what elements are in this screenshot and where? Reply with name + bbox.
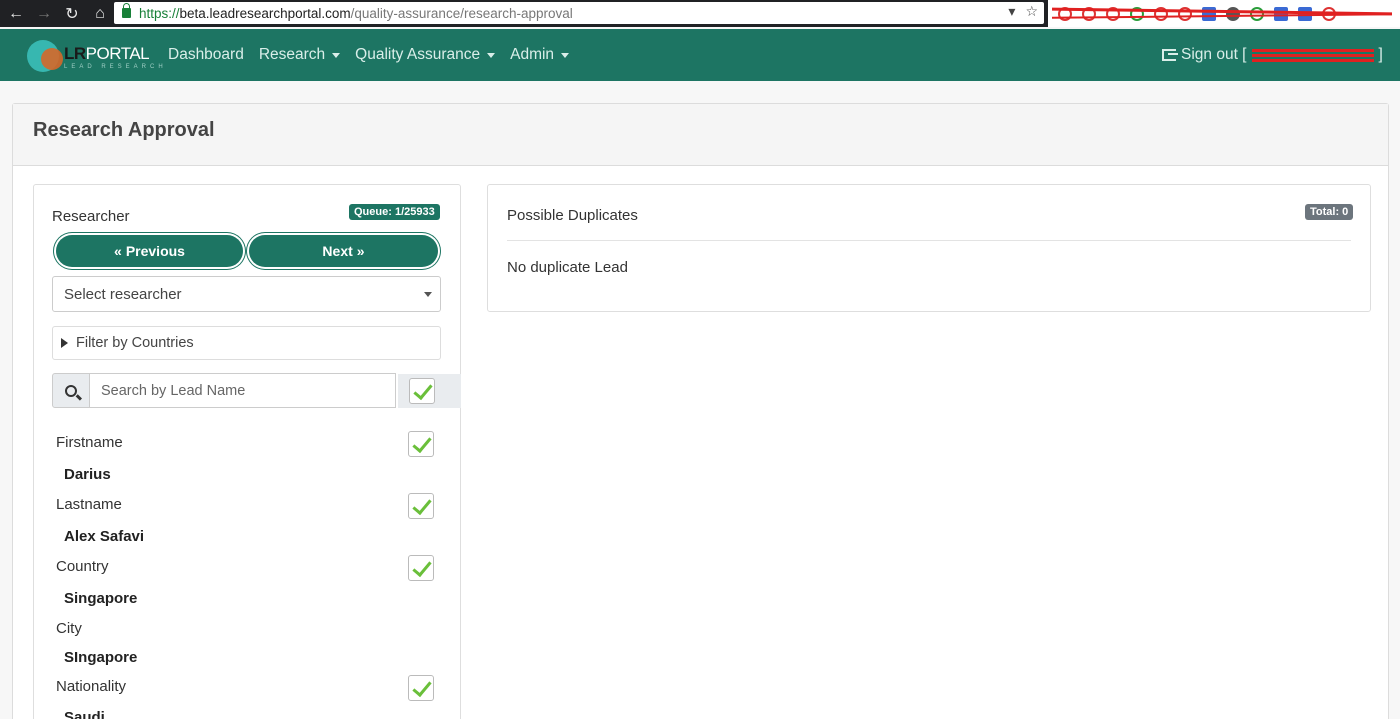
main-navbar: LRPORTAL LEAD RESEARCH Dashboard Researc… — [0, 29, 1400, 81]
country-checkbox[interactable] — [408, 555, 434, 581]
search-icon — [65, 384, 77, 397]
research-approval-panel: Research Approval Researcher Queue: 1/25… — [12, 103, 1389, 719]
caret-down-icon — [332, 52, 341, 58]
reload-icon[interactable]: ↻ — [60, 2, 84, 26]
nav-quality-assurance[interactable]: Quality Assurance — [355, 46, 496, 64]
search-input[interactable] — [90, 373, 396, 408]
field-value-country: Singapore — [64, 590, 138, 607]
nationality-checkbox[interactable] — [408, 675, 434, 701]
forward-icon[interactable]: → — [32, 2, 56, 26]
field-label-nationality: Nationality — [56, 678, 127, 695]
caret-down-icon — [487, 52, 496, 58]
dropdown-icon[interactable]: ▾ — [1008, 3, 1015, 20]
double-chevron-left-icon: « — [114, 243, 122, 259]
home-icon[interactable]: ⌂ — [88, 2, 112, 26]
nav-dashboard[interactable]: Dashboard — [168, 46, 244, 64]
logo-subtitle: LEAD RESEARCH — [64, 64, 167, 70]
nav-research[interactable]: Research — [259, 46, 341, 64]
divider — [507, 240, 1351, 241]
search-group — [52, 373, 396, 408]
logo-text[interactable]: LRPORTAL — [64, 44, 150, 64]
search-button[interactable] — [52, 373, 90, 408]
select-all-checkbox[interactable] — [409, 378, 435, 404]
researcher-select[interactable]: Select researcher — [52, 276, 441, 312]
possible-duplicates-card: Possible Duplicates Total: 0 No duplicat… — [487, 184, 1371, 312]
researcher-label: Researcher — [52, 208, 130, 225]
bookmark-star-icon[interactable]: ☆ — [1025, 3, 1038, 20]
panel-header: Research Approval — [13, 104, 1388, 166]
field-value-city: SIngapore — [64, 649, 138, 666]
sign-out-link[interactable]: Sign out [] — [1162, 46, 1383, 64]
caret-down-icon — [561, 52, 570, 58]
sign-out-icon — [1162, 49, 1178, 61]
back-icon[interactable]: ← — [4, 2, 28, 26]
search-check-addon — [398, 374, 461, 408]
redacted-username — [1251, 48, 1374, 62]
duplicates-title: Possible Duplicates — [507, 207, 638, 224]
firstname-checkbox[interactable] — [408, 431, 434, 457]
caret-down-icon — [424, 292, 432, 297]
address-bar[interactable]: https://beta.leadresearchportal.com/qual… — [114, 2, 1044, 24]
field-value-lastname: Alex Safavi — [64, 528, 145, 545]
extension-icon[interactable] — [1226, 6, 1240, 21]
next-button[interactable]: Next » — [249, 235, 438, 267]
triangle-right-icon — [61, 338, 68, 348]
field-value-nationality: Saudi — [64, 709, 105, 719]
researcher-card: Researcher Queue: 1/25933 « Previous Nex… — [33, 184, 461, 719]
field-label-firstname: Firstname — [56, 434, 123, 451]
field-label-city: City — [56, 620, 82, 637]
no-duplicates-message: No duplicate Lead — [507, 259, 628, 276]
lock-icon — [122, 3, 131, 18]
page-title: Research Approval — [33, 119, 215, 141]
queue-badge: Queue: 1/25933 — [349, 204, 440, 220]
extension-icon[interactable] — [1202, 6, 1216, 21]
lastname-checkbox[interactable] — [408, 493, 434, 519]
nav-admin[interactable]: Admin — [510, 46, 570, 64]
field-value-firstname: Darius — [64, 466, 111, 483]
filter-by-countries-toggle[interactable]: Filter by Countries — [52, 326, 441, 360]
logo-icon[interactable] — [27, 40, 63, 74]
double-chevron-right-icon: » — [356, 243, 365, 259]
field-label-country: Country — [56, 558, 109, 575]
total-badge: Total: 0 — [1305, 204, 1354, 220]
field-label-lastname: Lastname — [56, 496, 122, 513]
previous-button[interactable]: « Previous — [56, 235, 243, 267]
